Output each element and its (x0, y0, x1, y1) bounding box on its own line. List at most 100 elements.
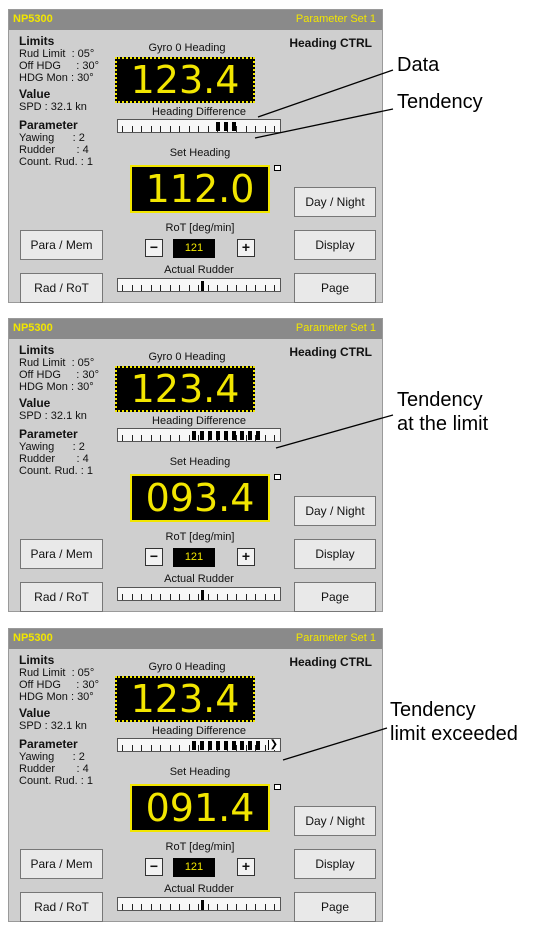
rudder-pointer (201, 900, 205, 910)
scale-tick (188, 904, 190, 910)
rad-rot-button[interactable]: Rad / RoT (20, 582, 103, 612)
mode-label: Heading CTRL (289, 345, 372, 359)
scale-tick (198, 904, 199, 910)
parameter-line: Yawing : 2 (19, 132, 85, 144)
rot-increase-button[interactable]: + (237, 239, 255, 257)
scale-tick (131, 126, 133, 132)
rot-decrease-button[interactable]: − (145, 239, 163, 257)
tendency-block (248, 431, 252, 440)
title-bar: NP5300 Parameter Set 1 (9, 629, 382, 649)
scale-tick (179, 904, 180, 910)
scale-tick (188, 745, 190, 751)
tendency-block (224, 741, 228, 750)
limit-line: Off HDG : 30° (19, 369, 99, 381)
scale-tick (188, 435, 190, 441)
scale-tick (141, 745, 142, 751)
rot-label: RoT [deg/min] (165, 531, 235, 543)
para-mem-button[interactable]: Para / Mem (20, 539, 103, 569)
scale-tick (264, 745, 266, 751)
set-heading-label: Set Heading (169, 147, 231, 159)
scale-tick (160, 745, 161, 751)
parameter-line: Yawing : 2 (19, 751, 85, 763)
display-button[interactable]: Display (294, 849, 376, 879)
rot-increase-button[interactable]: + (237, 858, 255, 876)
set-heading-label: Set Heading (169, 456, 231, 468)
actual-rudder-label: Actual Rudder (164, 883, 234, 895)
set-heading-display[interactable]: 112.0 (130, 165, 270, 213)
scale-tick (141, 594, 142, 600)
rot-decrease-button[interactable]: − (145, 548, 163, 566)
scale-tick (245, 435, 247, 441)
annotation-tendency-exceeded-2: limit exceeded (390, 723, 518, 745)
para-mem-button[interactable]: Para / Mem (20, 849, 103, 879)
page-button[interactable]: Page (294, 273, 376, 303)
scale-tick (245, 904, 247, 910)
chevron-right-icon: ❯ (267, 739, 279, 750)
annotation-tendency: Tendency (397, 91, 483, 113)
scale-tick (207, 126, 209, 132)
device-title: NP5300 (13, 632, 53, 644)
scale-tick (188, 126, 190, 132)
gyro-heading-display: 123.4 (115, 676, 255, 722)
heading-difference-label: Heading Difference (152, 415, 246, 427)
scale-tick (150, 745, 152, 751)
heading-difference-scale (117, 428, 281, 442)
device-title: NP5300 (13, 322, 53, 334)
set-heading-indicator-icon (274, 474, 281, 480)
scale-tick (198, 435, 199, 441)
tendency-block (224, 431, 228, 440)
scale-tick (245, 285, 247, 291)
scale-tick (169, 126, 171, 132)
parameter-heading: Parameter (19, 427, 78, 441)
scale-tick (236, 126, 237, 132)
scale-tick (150, 126, 152, 132)
rad-rot-button[interactable]: Rad / RoT (20, 892, 103, 922)
limit-line: Off HDG : 30° (19, 60, 99, 72)
scale-tick (160, 904, 161, 910)
scale-tick (188, 285, 190, 291)
mode-label: Heading CTRL (289, 36, 372, 50)
scale-tick (122, 594, 123, 600)
day-night-button[interactable]: Day / Night (294, 806, 376, 836)
day-night-button[interactable]: Day / Night (294, 496, 376, 526)
scale-tick (245, 745, 247, 751)
tendency-block (240, 741, 244, 750)
scale-tick (150, 285, 152, 291)
display-button[interactable]: Display (294, 230, 376, 260)
rot-increase-button[interactable]: + (237, 548, 255, 566)
rad-rot-button[interactable]: Rad / RoT (20, 273, 103, 303)
display-button[interactable]: Display (294, 539, 376, 569)
set-heading-display[interactable]: 091.4 (130, 784, 270, 832)
para-mem-button[interactable]: Para / Mem (20, 230, 103, 260)
scale-tick (264, 435, 266, 441)
tendency-block (216, 122, 220, 131)
scale-tick (236, 594, 237, 600)
speed-value: SPD : 32.1 kn (19, 410, 87, 422)
day-night-button[interactable]: Day / Night (294, 187, 376, 217)
scale-tick (179, 594, 180, 600)
scale-tick (236, 904, 237, 910)
autopilot-panel-3: NP5300 Parameter Set 1 Heading CTRL Limi… (8, 628, 383, 922)
page-button[interactable]: Page (294, 582, 376, 612)
title-bar: NP5300 Parameter Set 1 (9, 10, 382, 30)
annotation-data: Data (397, 54, 440, 76)
limit-line: HDG Mon : 30° (19, 72, 94, 84)
heading-difference-scale: ❯ (117, 738, 281, 752)
scale-tick (226, 594, 228, 600)
tendency-block (232, 122, 236, 131)
scale-tick (188, 594, 190, 600)
value-heading: Value (19, 396, 51, 410)
actual-rudder-scale (117, 587, 281, 601)
scale-tick (141, 904, 142, 910)
rot-decrease-button[interactable]: − (145, 858, 163, 876)
autopilot-panel-2: NP5300 Parameter Set 1 Heading CTRL Limi… (8, 318, 383, 612)
value-heading: Value (19, 87, 51, 101)
parameter-heading: Parameter (19, 118, 78, 132)
set-heading-display[interactable]: 093.4 (130, 474, 270, 522)
scale-tick (264, 904, 266, 910)
page-button[interactable]: Page (294, 892, 376, 922)
gyro-heading-label: Gyro 0 Heading (148, 42, 226, 54)
parameter-set-label: Parameter Set 1 (295, 632, 376, 644)
scale-tick (264, 126, 266, 132)
scale-tick (255, 904, 256, 910)
